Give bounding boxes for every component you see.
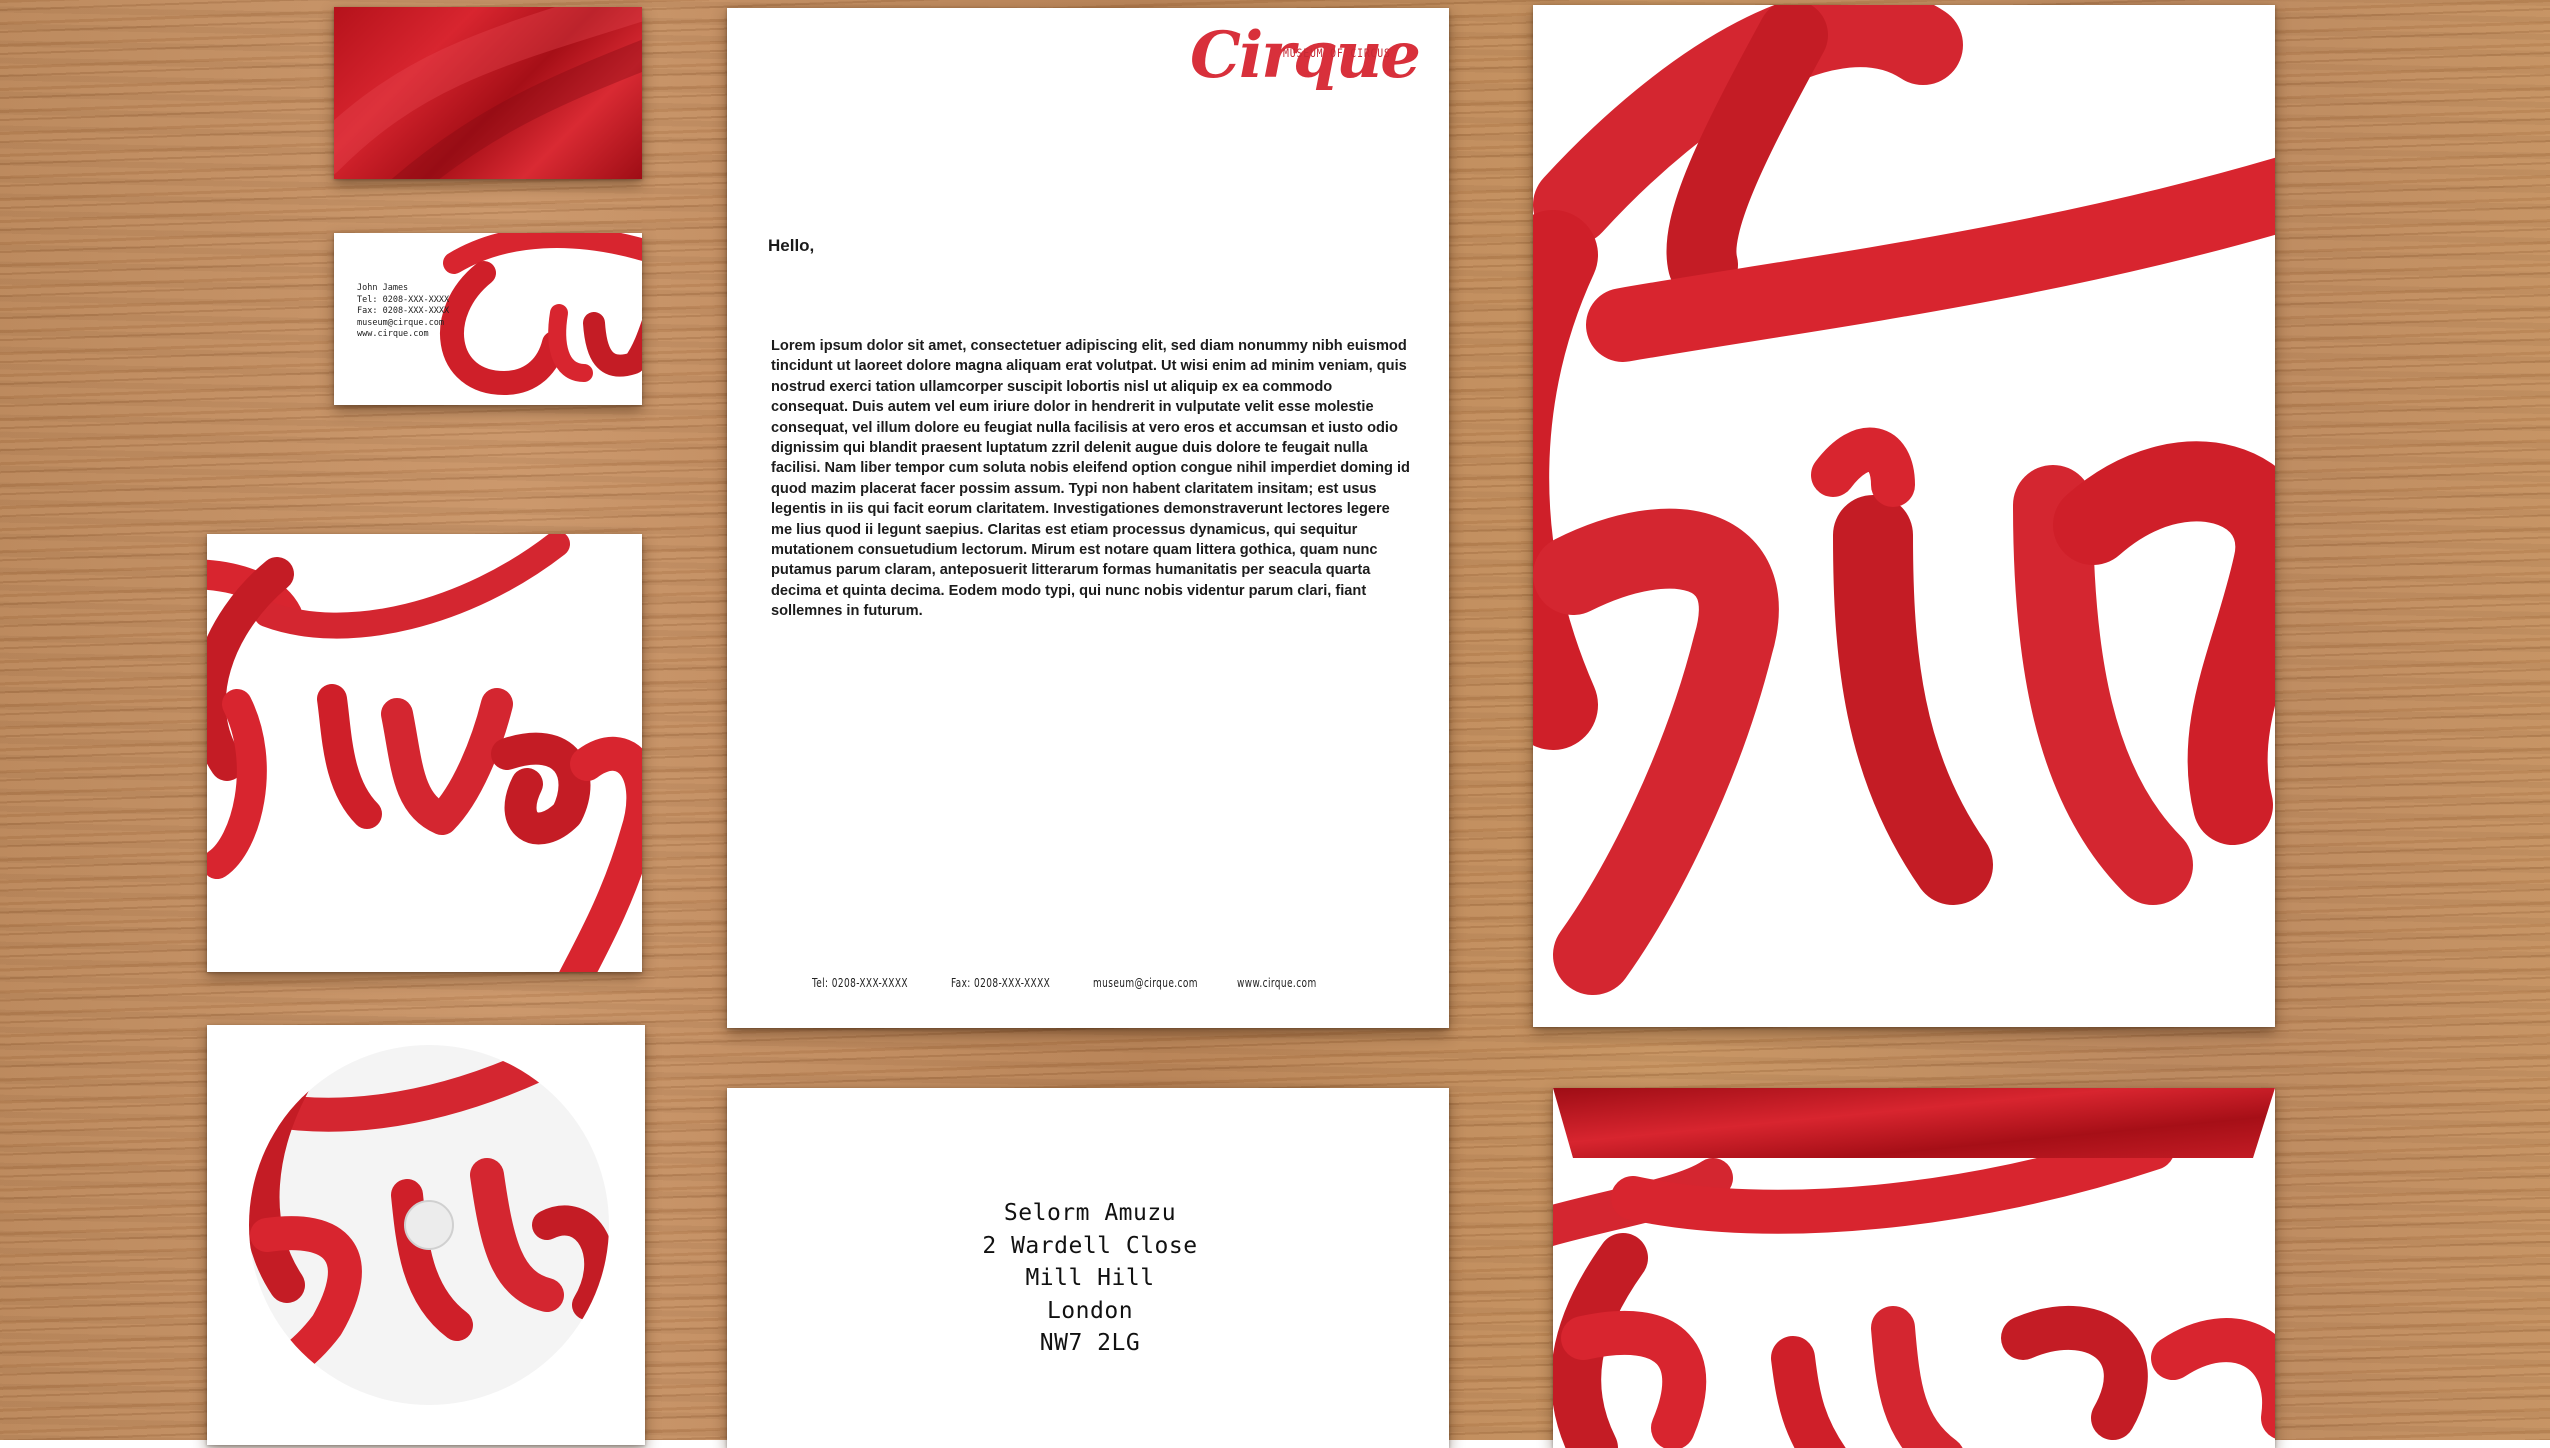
cd-sleeve (207, 1025, 645, 1445)
footer-fax: Fax: 0208-XXX-XXXX (951, 975, 1051, 990)
business-card-back (334, 7, 642, 179)
poster (1533, 5, 2275, 1027)
address-line-city: London (1046, 1297, 1134, 1324)
envelope-flap (1553, 1088, 2275, 1158)
recipient-address: Selorm Amuzu 2 Wardell Close Mill Hill L… (955, 1197, 1225, 1360)
address-line-street: 2 Wardell Close (982, 1232, 1198, 1259)
footer-tel: Tel: 0208-XXX-XXXX (812, 975, 908, 990)
cirque-ribbon-lettering (207, 534, 642, 972)
address-line-area: Mill Hill (1025, 1265, 1155, 1291)
ribbon-texture (334, 7, 642, 179)
cirque-ribbon-lettering (1533, 5, 2275, 995)
address-line-name: Selorm Amuzu (1003, 1200, 1177, 1226)
card-line-name: John James (357, 283, 409, 293)
cd-disc (249, 1045, 609, 1405)
address-line-postcode: NW7 2LG (1039, 1330, 1141, 1356)
business-card-contact: John James Tel: 0208-XXX-XXXX Fax: 0208-… (357, 283, 449, 341)
footer-web: www.cirque.com (1237, 975, 1317, 990)
card-line-tel: Tel: 0208-XXX-XXXX (357, 294, 450, 305)
square-card (207, 534, 642, 972)
logo-tagline: MUSEUM OF CIRCUS (1283, 46, 1391, 60)
card-line-web: www.cirque.com (357, 329, 429, 339)
letter-body: Lorem ipsum dolor sit amet, consectetuer… (771, 338, 1410, 620)
envelope-ribbon-art (1553, 1088, 2275, 1448)
card-line-email: museum@cirque.com (357, 317, 444, 328)
envelope-back (1553, 1088, 2275, 1448)
card-line-fax: Fax: 0208-XXX-XXXX (357, 306, 450, 316)
footer-email: museum@cirque.com (1093, 975, 1198, 990)
letter-greeting: Hello, (768, 236, 815, 255)
